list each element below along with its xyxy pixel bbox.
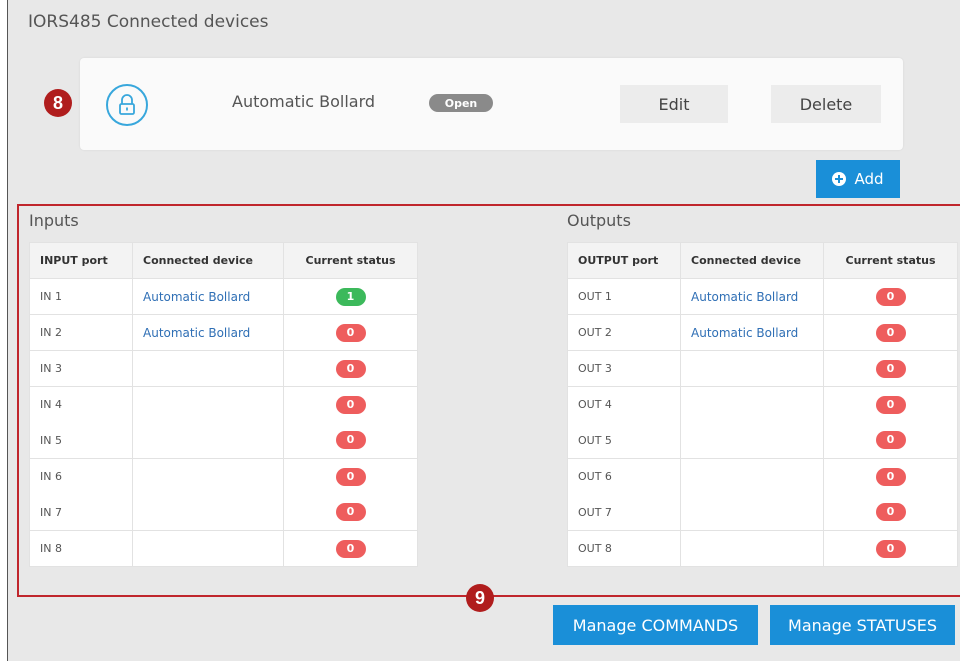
- port-cell: IN 1: [29, 278, 133, 315]
- outputs-title: Outputs: [567, 211, 631, 230]
- table-row: IN 5 0: [29, 422, 418, 459]
- table-row: OUT 5 0: [567, 422, 958, 459]
- table-row: IN 2 Automatic Bollard 0: [29, 314, 418, 351]
- device-cell: [132, 494, 284, 531]
- table-row: OUT 2 Automatic Bollard 0: [567, 314, 958, 351]
- table-row: OUT 6 0: [567, 458, 958, 495]
- table-row: IN 1 Automatic Bollard 1: [29, 278, 418, 315]
- status-badge: 0: [875, 503, 906, 522]
- device-cell: [680, 386, 824, 423]
- column-header-current-status: Current status: [283, 242, 418, 279]
- device-cell: [132, 530, 284, 567]
- status-badge: 0: [335, 503, 366, 522]
- port-cell: IN 8: [29, 530, 133, 567]
- device-status-badge: Open: [429, 94, 493, 112]
- status-badge: 0: [335, 359, 366, 378]
- delete-button[interactable]: Delete: [771, 85, 881, 123]
- status-badge: 1: [335, 287, 366, 306]
- port-cell: IN 7: [29, 494, 133, 531]
- port-cell: OUT 2: [567, 314, 681, 351]
- status-badge: 0: [875, 323, 906, 342]
- device-cell: [680, 458, 824, 495]
- device-link[interactable]: Automatic Bollard: [680, 314, 824, 351]
- port-cell: OUT 7: [567, 494, 681, 531]
- lock-icon[interactable]: [106, 84, 148, 126]
- callout-8: 8: [44, 89, 72, 117]
- table-row: IN 8 0: [29, 530, 418, 567]
- edit-button[interactable]: Edit: [620, 85, 728, 123]
- column-header-connected-device: Connected device: [132, 242, 284, 279]
- table-row: OUT 1 Automatic Bollard 0: [567, 278, 958, 315]
- status-badge: 0: [875, 395, 906, 414]
- page-title: IORS485 Connected devices: [28, 12, 269, 32]
- callout-9: 9: [466, 584, 494, 612]
- column-header-connected-device: Connected device: [680, 242, 824, 279]
- table-row: OUT 3 0: [567, 350, 958, 387]
- status-badge: 0: [875, 539, 906, 558]
- status-badge: 0: [875, 359, 906, 378]
- device-card: Automatic Bollard Open Edit Delete: [80, 58, 903, 150]
- plus-circle-icon: [832, 172, 847, 186]
- port-cell: OUT 4: [567, 386, 681, 423]
- port-cell: OUT 6: [567, 458, 681, 495]
- port-cell: IN 4: [29, 386, 133, 423]
- device-cell: [680, 494, 824, 531]
- status-badge: 0: [335, 467, 366, 486]
- device-link[interactable]: Automatic Bollard: [680, 278, 824, 315]
- table-row: IN 6 0: [29, 458, 418, 495]
- port-cell: IN 2: [29, 314, 133, 351]
- status-badge: 0: [335, 431, 366, 450]
- status-badge: 0: [335, 323, 366, 342]
- port-cell: IN 6: [29, 458, 133, 495]
- column-header-output-port: OUTPUT port: [567, 242, 681, 279]
- device-cell: [132, 458, 284, 495]
- device-cell: [680, 350, 824, 387]
- port-cell: OUT 8: [567, 530, 681, 567]
- port-cell: IN 5: [29, 422, 133, 459]
- device-cell: [132, 386, 284, 423]
- manage-commands-button[interactable]: Manage COMMANDS: [553, 605, 758, 645]
- device-link[interactable]: Automatic Bollard: [132, 278, 284, 315]
- status-badge: 0: [875, 431, 906, 450]
- table-row: OUT 8 0: [567, 530, 958, 567]
- device-cell: [680, 530, 824, 567]
- device-cell: [132, 422, 284, 459]
- table-row: OUT 4 0: [567, 386, 958, 423]
- outputs-table: OUTPUT port Connected device Current sta…: [567, 242, 958, 567]
- table-row: IN 7 0: [29, 494, 418, 531]
- device-name: Automatic Bollard: [232, 92, 376, 111]
- port-cell: OUT 5: [567, 422, 681, 459]
- page-frame: IORS485 Connected devices Automatic Boll…: [7, 0, 960, 661]
- status-badge: 0: [875, 467, 906, 486]
- device-cell: [132, 350, 284, 387]
- add-button[interactable]: Add: [816, 160, 900, 198]
- inputs-title: Inputs: [29, 211, 79, 230]
- table-row: IN 4 0: [29, 386, 418, 423]
- column-header-current-status: Current status: [823, 242, 958, 279]
- device-link[interactable]: Automatic Bollard: [132, 314, 284, 351]
- column-header-input-port: INPUT port: [29, 242, 133, 279]
- port-cell: OUT 1: [567, 278, 681, 315]
- table-row: OUT 7 0: [567, 494, 958, 531]
- status-badge: 0: [875, 287, 906, 306]
- status-badge: 0: [335, 539, 366, 558]
- port-cell: OUT 3: [567, 350, 681, 387]
- manage-statuses-button[interactable]: Manage STATUSES: [770, 605, 955, 645]
- status-badge: 0: [335, 395, 366, 414]
- port-cell: IN 3: [29, 350, 133, 387]
- table-row: IN 3 0: [29, 350, 418, 387]
- device-cell: [680, 422, 824, 459]
- inputs-table: INPUT port Connected device Current stat…: [29, 242, 418, 567]
- add-button-label: Add: [854, 170, 884, 188]
